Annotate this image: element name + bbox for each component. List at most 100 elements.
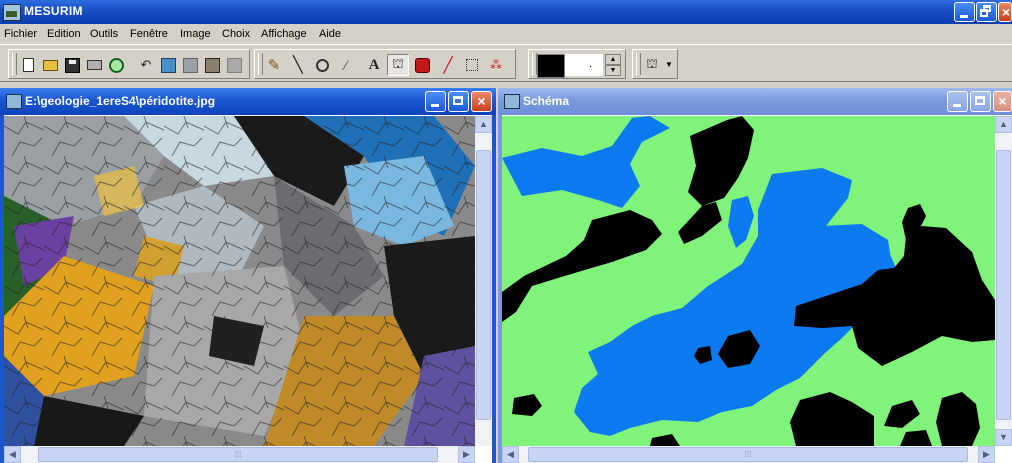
color-swatch[interactable] [537, 54, 565, 78]
scroll-thumb[interactable] [476, 150, 491, 420]
open-button[interactable] [39, 54, 61, 76]
menu-aide[interactable]: Aide [319, 28, 341, 40]
open-folder-icon [42, 59, 58, 71]
eyedropper-icon: ╱ [443, 57, 453, 74]
undo-icon: ↶ [140, 57, 152, 72]
toolbar-group-color: . ▲ ▼ [528, 49, 626, 79]
printer-icon [86, 60, 102, 70]
app-icon[interactable] [3, 4, 21, 21]
toolbar-group-file: ↶ [8, 49, 250, 79]
schema-maximize-button[interactable] [970, 91, 991, 112]
toolbar-group-draw: ✎ ╲ ⁄ A ⛫ ╱ ⁂ [254, 49, 516, 79]
undo-button[interactable]: ↶ [135, 54, 157, 76]
fill-icon: ⛫ [392, 56, 404, 71]
photo-maximize-button[interactable] [448, 91, 469, 112]
spin-down-button[interactable]: ▼ [605, 65, 621, 76]
save-icon [64, 57, 80, 73]
restore-button[interactable] [976, 2, 997, 22]
close-icon: × [1001, 4, 1011, 20]
fill-style-icon: ⛫ [646, 56, 658, 71]
photo-vertical-scrollbar[interactable]: ▲ [475, 116, 492, 446]
photo-window: E:\geologie_1ereS4\péridotite.jpg × ▲ ◀ … [0, 88, 496, 463]
lasso-tool-button[interactable] [311, 54, 333, 76]
peridotite-photo[interactable] [4, 116, 475, 446]
photo-horizontal-scrollbar[interactable]: ◀ ⁞⁞⁞ ▶ [4, 446, 475, 463]
menu-fichier[interactable]: Fichier [4, 28, 37, 40]
close-icon: × [998, 93, 1007, 109]
line-width-field[interactable]: . [565, 54, 603, 76]
paste-image-button[interactable] [157, 54, 179, 76]
menu-edition[interactable]: Edition [47, 28, 81, 40]
menu-image[interactable]: Image [180, 28, 211, 40]
spin-up-button[interactable]: ▲ [605, 54, 621, 65]
spray-tool-button[interactable]: ⁂ [485, 54, 507, 76]
photo-minimize-button[interactable] [425, 91, 446, 112]
preview-button[interactable] [105, 54, 127, 76]
scroll-thumb[interactable] [996, 150, 1011, 420]
schema-close-button[interactable]: × [993, 91, 1012, 112]
line-tool-button[interactable]: ╲ [287, 54, 309, 76]
app-title-bar: MESURIM × [0, 0, 1012, 24]
menu-fenetre[interactable]: Fenêtre [130, 28, 168, 40]
brush-icon: ⁄ [344, 57, 348, 73]
menu-choix[interactable]: Choix [222, 28, 250, 40]
scroll-thumb[interactable]: ⁞⁞⁞ [528, 447, 968, 462]
select-rect-button[interactable] [461, 54, 483, 76]
schema-horizontal-scrollbar[interactable]: ◀ ⁞⁞⁞ ▶ [502, 446, 995, 463]
schema-window-title-bar[interactable]: Schéma × [498, 88, 1012, 115]
schema-canvas[interactable] [502, 116, 995, 446]
close-button[interactable]: × [998, 2, 1012, 22]
scroll-up-button[interactable]: ▲ [475, 116, 492, 133]
copy-disabled-icon [182, 57, 198, 73]
toolbar: ↶ ✎ ╲ ⁄ A ⛫ ╱ ⁂ . ▲ ▼ ⛫ ▼ [0, 44, 1012, 82]
photo-window-title-bar[interactable]: E:\geologie_1ereS4\péridotite.jpg × [0, 88, 496, 115]
schema-window: Schéma × ▲ ▼ ◀ ⁞⁞⁞ ▶ [498, 88, 1012, 463]
close-icon: × [477, 93, 486, 109]
color-picker-button[interactable]: ╱ [437, 54, 459, 76]
restore-icon-back [980, 9, 988, 17]
minimize-icon [960, 15, 968, 18]
scroll-left-button[interactable]: ◀ [4, 446, 21, 463]
scroll-thumb[interactable]: ⁞⁞⁞ [38, 447, 438, 462]
image-window-icon [6, 94, 22, 109]
schema-vertical-scrollbar[interactable]: ▲ ▼ [995, 116, 1012, 446]
pencil-icon: ✎ [267, 57, 281, 74]
maximize-icon [453, 96, 463, 105]
clipboard-icon [204, 57, 220, 73]
bucket-tool-button[interactable] [411, 54, 433, 76]
photo-close-button[interactable]: × [471, 91, 492, 112]
text-tool-button[interactable]: A [363, 54, 385, 76]
schema-minimize-button[interactable] [947, 91, 968, 112]
window-border [492, 115, 496, 463]
scroll-left-button[interactable]: ◀ [502, 446, 519, 463]
line-width-value: . [589, 58, 593, 70]
clipboard-button[interactable] [201, 54, 223, 76]
pencil-tool-button[interactable]: ✎ [263, 54, 285, 76]
menu-bar: Fichier Edition Outils Fenêtre Image Cho… [0, 24, 350, 44]
fill-tool-button[interactable]: ⛫ [387, 54, 409, 76]
schema-window-title: Schéma [523, 94, 570, 108]
menu-outils[interactable]: Outils [90, 28, 118, 40]
save-button[interactable] [61, 54, 83, 76]
scroll-right-button[interactable]: ▶ [458, 446, 475, 463]
scroll-right-button[interactable]: ▶ [978, 446, 995, 463]
minimize-icon [953, 104, 961, 107]
copy-image-button[interactable] [179, 54, 201, 76]
paint-bucket-icon [414, 57, 430, 73]
fill-style-button[interactable]: ⛫ [641, 54, 663, 76]
minimize-button[interactable] [954, 2, 975, 22]
image-window-icon [504, 94, 520, 109]
print-button[interactable] [83, 54, 105, 76]
fill-style-dropdown-arrow[interactable]: ▼ [665, 60, 673, 69]
disabled-icon [226, 57, 242, 73]
scroll-up-button[interactable]: ▲ [995, 116, 1012, 133]
image-icon [160, 57, 176, 73]
scroll-down-button[interactable]: ▼ [995, 429, 1012, 446]
photo-window-title: E:\geologie_1ereS4\péridotite.jpg [25, 94, 216, 108]
new-file-button[interactable] [17, 54, 39, 76]
minimize-icon [431, 104, 439, 107]
brush-tool-button[interactable]: ⁄ [335, 54, 357, 76]
select-rect-icon [466, 59, 478, 71]
menu-affichage[interactable]: Affichage [261, 28, 307, 40]
disabled-tool-button[interactable] [223, 54, 245, 76]
